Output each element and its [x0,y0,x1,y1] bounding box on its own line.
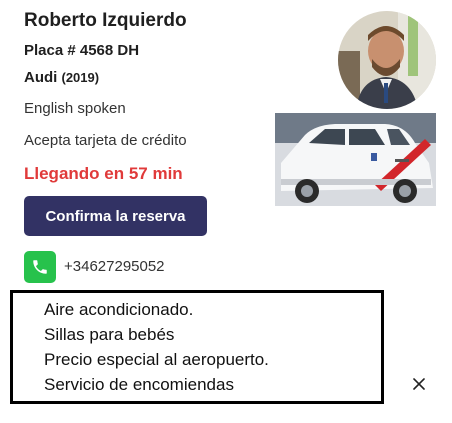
close-icon[interactable] [410,375,428,393]
phone-number[interactable]: +34627295052 [64,258,165,275]
eta-status: Llegando en 57 min [24,164,183,183]
driver-name: Roberto Izquierdo [24,10,187,31]
extra-item: Aire acondicionado. [44,300,194,319]
extra-item: Servicio de encomiendas [44,375,234,394]
phone-icon[interactable] [24,251,56,283]
language-info: English spoken [24,100,126,117]
payment-info: Acepta tarjeta de crédito [24,132,187,149]
car-year: (2019) [61,70,100,85]
car-make: Audi [24,69,58,86]
car-model: Audi (2019) [24,69,99,86]
taxi-image [275,113,436,206]
license-plate: Placa # 4568 DH [24,42,140,59]
driver-avatar [338,11,436,109]
extra-item: Precio especial al aeropuerto. [44,350,269,369]
extra-item: Sillas para bebés [44,325,175,344]
extras-list: Aire acondicionado. Sillas para bebés Pr… [10,290,384,404]
confirm-booking-button[interactable]: Confirma la reserva [24,196,207,236]
